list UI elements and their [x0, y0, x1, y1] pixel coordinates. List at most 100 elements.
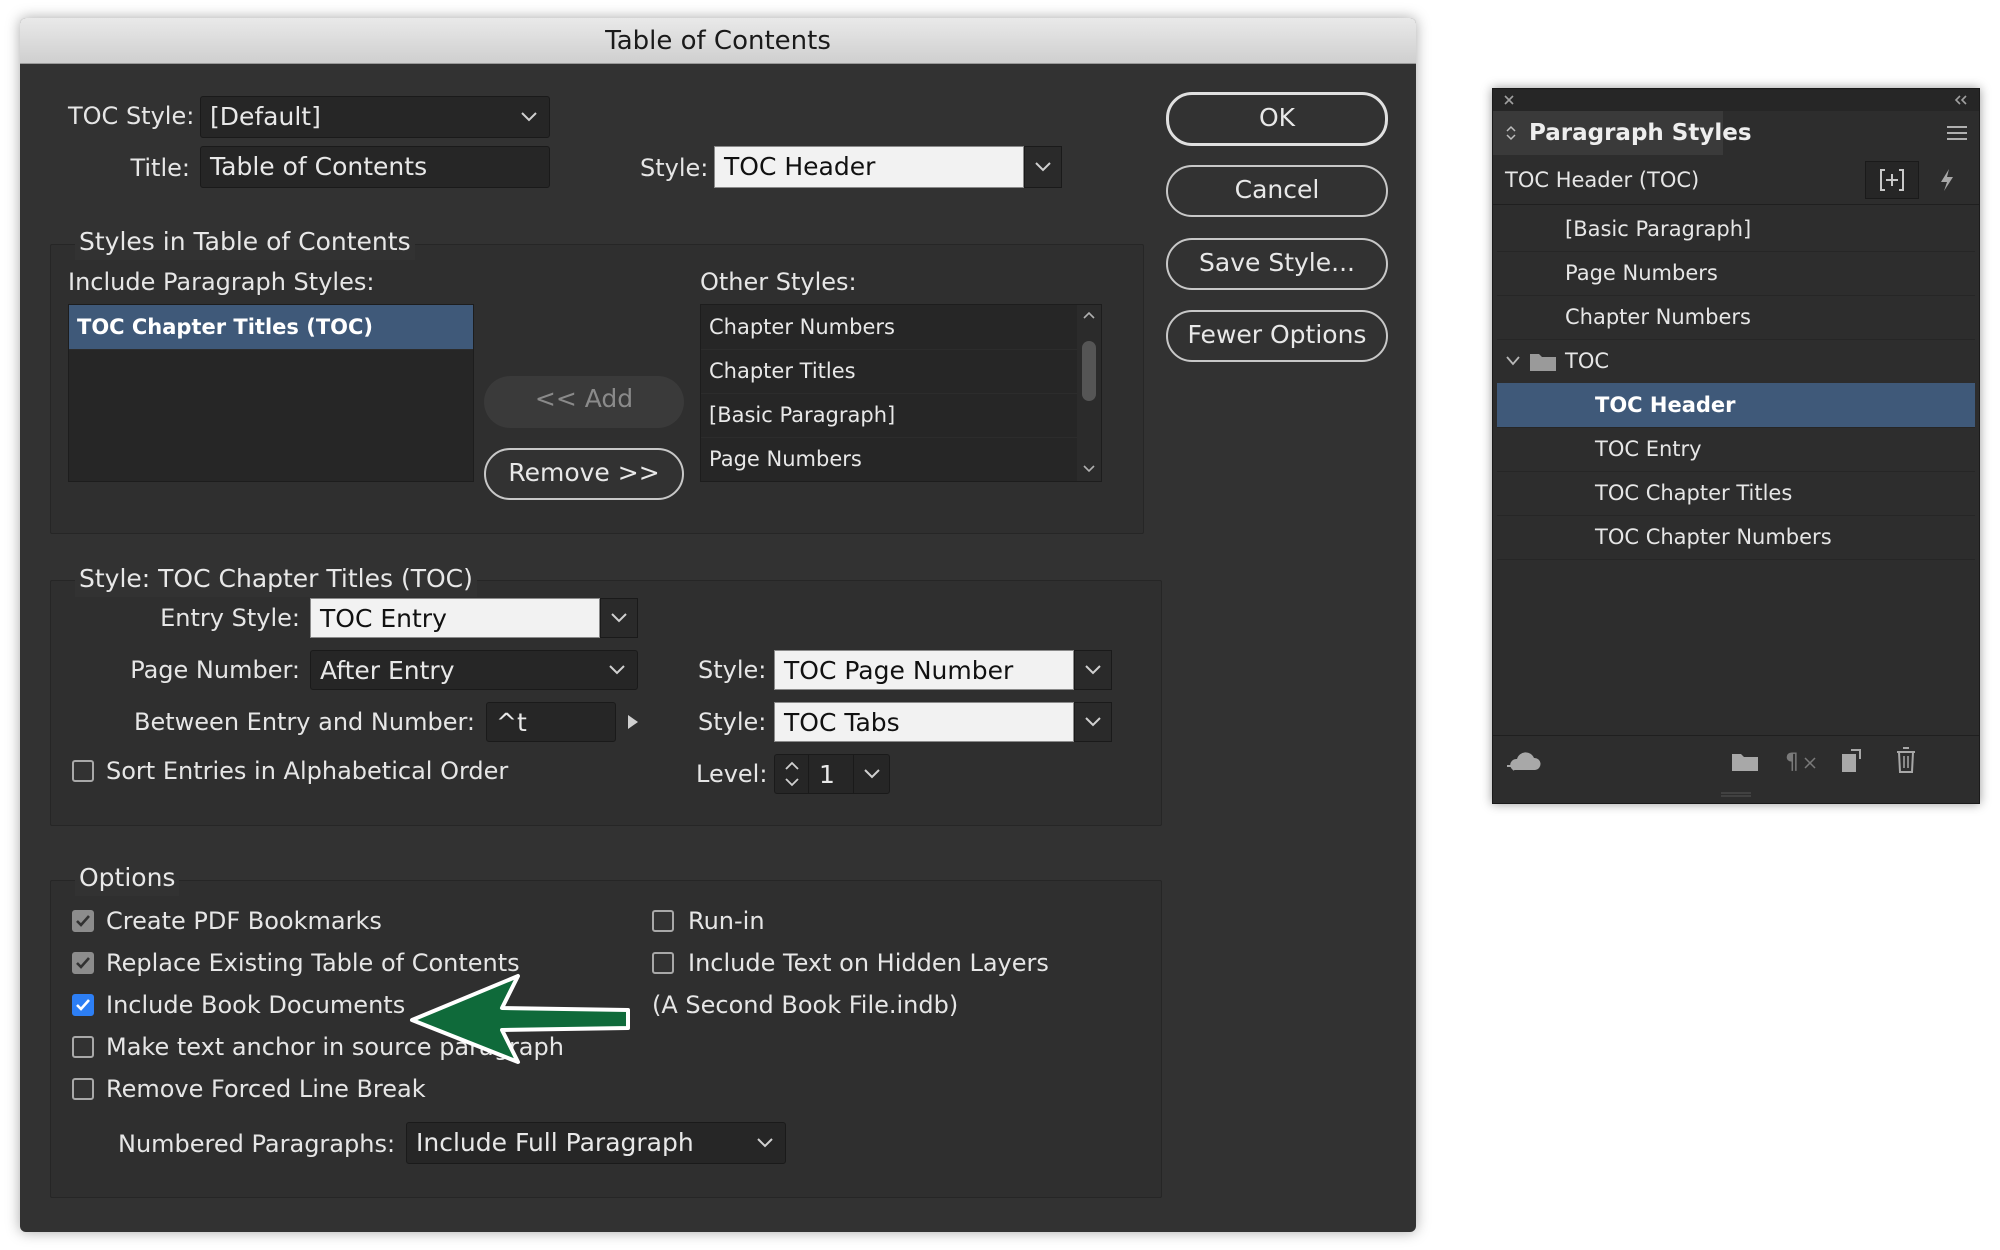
title-label: Title: [130, 154, 190, 182]
list-item[interactable]: Chapter Numbers [701, 305, 1101, 350]
sort-checkbox[interactable] [72, 760, 94, 782]
remove-button[interactable]: Remove >> [484, 448, 684, 500]
trash-icon[interactable] [1895, 746, 1917, 774]
style-item[interactable]: Chapter Numbers [1497, 295, 1975, 340]
ok-button[interactable]: OK [1166, 92, 1388, 146]
between-entry-input[interactable]: ^t [486, 702, 616, 742]
chevron-down-icon [509, 97, 549, 137]
options-group-title: Options [75, 860, 180, 896]
style-item-selected[interactable]: TOC Header [1497, 383, 1975, 428]
list-item[interactable]: TOC Chapter Titles (TOC) [69, 305, 473, 350]
page-number-style-dropdown-button[interactable] [1074, 650, 1112, 690]
new-group-folder-icon[interactable] [1731, 750, 1759, 772]
chevron-up-icon [1083, 311, 1095, 319]
plus-bracket-icon [1880, 169, 1904, 191]
page-number-value: After Entry [320, 656, 455, 685]
run-in-checkbox[interactable] [652, 910, 674, 932]
checkmark-icon [76, 999, 90, 1011]
numbered-paragraphs-dropdown[interactable]: Include Full Paragraph [406, 1122, 786, 1164]
toc-style-label: TOC Style: [68, 102, 195, 130]
chevron-down-icon [597, 651, 637, 689]
save-style-button[interactable]: Save Style... [1166, 238, 1388, 290]
lightning-icon[interactable] [1939, 168, 1955, 192]
include-book-label: Include Book Documents [106, 991, 406, 1019]
chevron-down-icon [1035, 162, 1051, 172]
panel-footer: ¶ [1493, 735, 1979, 789]
sort-label: Sort Entries in Alphabetical Order [106, 757, 509, 785]
close-icon[interactable] [1503, 94, 1515, 106]
level-dropdown-button[interactable] [853, 755, 889, 793]
include-book-checkbox[interactable] [72, 994, 94, 1016]
between-style-dropdown[interactable]: TOC Tabs [774, 702, 1074, 742]
include-styles-list[interactable]: TOC Chapter Titles (TOC) [68, 304, 474, 482]
checkmark-icon [76, 915, 90, 927]
stepper-arrows-icon[interactable] [775, 755, 809, 793]
create-pdf-checkbox[interactable] [72, 910, 94, 932]
style-item[interactable]: TOC Chapter Titles [1497, 471, 1975, 516]
remove-forced-label: Remove Forced Line Break [106, 1075, 426, 1103]
cancel-button[interactable]: Cancel [1166, 165, 1388, 217]
include-hidden-checkbox[interactable] [652, 952, 674, 974]
add-button[interactable]: << Add [484, 376, 684, 428]
panel-menu-icon[interactable] [1947, 125, 1967, 141]
remove-forced-checkbox[interactable] [72, 1078, 94, 1100]
level-value: 1 [819, 760, 835, 789]
title-style-dropdown[interactable]: TOC Header [714, 146, 1024, 188]
entry-style-dropdown[interactable]: TOC Entry [310, 598, 600, 638]
title-input-value: Table of Contents [210, 152, 428, 181]
list-item[interactable]: Page Numbers [701, 437, 1101, 481]
book-file-label: (A Second Book File.indb) [652, 991, 959, 1019]
chevron-down-icon [1083, 465, 1095, 473]
other-styles-label: Other Styles: [700, 268, 857, 296]
entry-style-value: TOC Entry [320, 604, 447, 633]
panel-title: Paragraph Styles [1529, 120, 1752, 146]
style-group-label: TOC [1565, 349, 1610, 373]
play-triangle-icon[interactable] [626, 713, 640, 731]
new-style-button[interactable] [1865, 161, 1919, 199]
dialog-titlebar: Table of Contents [20, 18, 1416, 64]
title-style-dropdown-button[interactable] [1024, 146, 1062, 188]
include-styles-label: Include Paragraph Styles: [68, 268, 375, 296]
new-style-icon[interactable] [1839, 748, 1863, 774]
style-item[interactable]: [Basic Paragraph] [1497, 207, 1975, 252]
page-number-style-label: Style: [698, 656, 767, 684]
chevron-down-icon[interactable] [1505, 355, 1521, 367]
style-item[interactable]: Page Numbers [1497, 251, 1975, 296]
style-item[interactable]: TOC Entry [1497, 427, 1975, 472]
numbered-paragraphs-value: Include Full Paragraph [416, 1128, 694, 1157]
panel-tab[interactable]: Paragraph Styles [1493, 111, 1752, 155]
fewer-options-button[interactable]: Fewer Options [1166, 310, 1388, 362]
style-group-title: Style: TOC Chapter Titles (TOC) [75, 561, 477, 597]
list-item[interactable]: [Basic Paragraph] [701, 393, 1101, 438]
title-input[interactable]: Table of Contents [200, 146, 550, 188]
toc-style-dropdown[interactable]: [Default] [200, 96, 550, 138]
paragraph-styles-panel: Paragraph Styles TOC Header (TOC) [Basic… [1492, 88, 1980, 804]
chevron-down-icon [863, 769, 880, 779]
collapse-icon[interactable] [1953, 94, 1969, 106]
make-anchor-checkbox[interactable] [72, 1036, 94, 1058]
panel-header-strip [1493, 89, 1979, 111]
style-group-toc[interactable]: TOC [1497, 339, 1975, 384]
style-item[interactable]: TOC Chapter Numbers [1497, 515, 1975, 560]
page-number-dropdown[interactable]: After Entry [310, 650, 638, 690]
include-hidden-label: Include Text on Hidden Layers [688, 949, 1049, 977]
entry-style-dropdown-button[interactable] [600, 598, 638, 638]
current-style-label: TOC Header (TOC) [1505, 168, 1700, 192]
between-style-dropdown-button[interactable] [1074, 702, 1112, 742]
clear-overrides-icon[interactable]: ¶ [1785, 748, 1819, 774]
level-stepper[interactable]: 1 [774, 754, 890, 794]
title-style-value: TOC Header [724, 152, 876, 181]
page-number-style-dropdown[interactable]: TOC Page Number [774, 650, 1074, 690]
page-number-label: Page Number: [130, 656, 300, 684]
other-styles-list[interactable]: Chapter Numbers Chapter Titles [Basic Pa… [700, 304, 1102, 482]
list-item[interactable]: Chapter Titles [701, 349, 1101, 394]
cloud-icon[interactable] [1505, 750, 1541, 774]
checkmark-icon [76, 957, 90, 969]
between-entry-value: ^t [496, 708, 527, 737]
entry-style-label: Entry Style: [160, 604, 300, 632]
scrollbar-thumb[interactable] [1082, 341, 1096, 401]
resize-grip-icon[interactable] [1721, 791, 1751, 799]
toc-style-value: [Default] [210, 102, 321, 131]
scrollbar[interactable] [1077, 305, 1101, 481]
replace-existing-checkbox[interactable] [72, 952, 94, 974]
